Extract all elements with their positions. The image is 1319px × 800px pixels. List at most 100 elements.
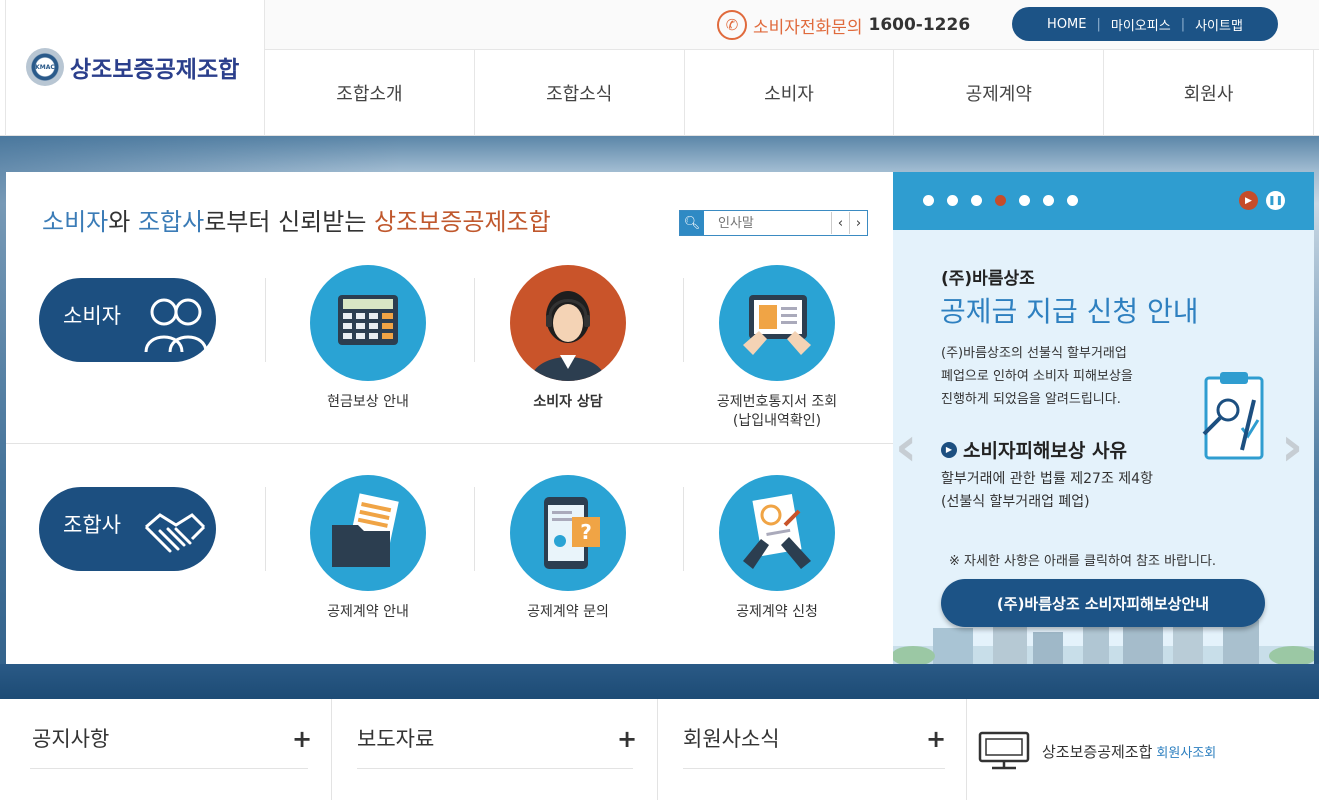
svg-text:?: ? <box>580 520 592 544</box>
slide-subtitle: (주)바름상조 <box>941 269 1035 289</box>
member-category-label: 조합사 <box>63 513 121 537</box>
member-lookup-link[interactable]: 회원사조회 <box>1156 742 1216 761</box>
consumer-phone: ✆ 소비자전화문의 1600-1226 <box>717 10 970 40</box>
service-label-sub: (납입내역확인) <box>732 413 822 429</box>
tagline-trusted: 로부터 신뢰받는 <box>204 208 375 236</box>
column-divider <box>265 278 266 362</box>
pause-icon[interactable]: ❚❚ <box>1266 191 1285 210</box>
service-contract-apply[interactable]: 공제계약 신청 <box>677 475 877 622</box>
folder-documents-icon <box>310 475 426 591</box>
search-icon[interactable]: 🔍︎ <box>680 211 704 235</box>
compensation-guide-button[interactable]: (주)바름상조 소비자피해보상안내 <box>941 579 1265 627</box>
tagline-member: 조합사 <box>137 208 205 236</box>
util-separator: | <box>1180 16 1186 32</box>
service-label: 공제번호통지서 조회 (납입내역확인) <box>677 393 877 431</box>
member-category[interactable]: 조합사 <box>39 487 216 571</box>
logo-emblem-icon: KMAC <box>26 48 64 86</box>
service-label: 공제계약 안내 <box>327 604 409 620</box>
service-contract-guide[interactable]: 공제계약 안내 <box>268 475 468 622</box>
my-office-link[interactable]: 마이오피스 <box>1111 15 1171 34</box>
nav-item-news[interactable]: 조합소식 <box>475 50 685 136</box>
row-divider <box>6 443 893 444</box>
clipboard-magnifier-icon <box>1202 372 1264 460</box>
slider-dot[interactable] <box>971 195 982 206</box>
press-title[interactable]: 보도자료 <box>357 723 434 753</box>
desc-line: 폐업으로 인하여 소비자 피해보상을 <box>941 369 1133 384</box>
phone-icon: ✆ <box>717 10 747 40</box>
section-underline <box>683 768 945 769</box>
slide-description: (주)바름상조의 선불식 할부거래업 폐업으로 인하여 소비자 피해보상을 진행… <box>941 342 1171 411</box>
nav-item-members[interactable]: 회원사 <box>1104 50 1313 136</box>
service-consumer-counsel[interactable]: 소비자 상담 <box>468 265 668 412</box>
service-label-main: 공제번호통지서 조회 <box>716 394 838 410</box>
reason-line: 할부거래에 관한 법률 제27조 제4항 <box>941 471 1153 487</box>
service-cash-compensation[interactable]: 현금보상 안내 <box>268 265 468 412</box>
press-board: 보도자료 + <box>332 699 658 800</box>
news-section: 공지사항 + 보도자료 + 회원사소식 + 상조보증공제조합 회원사조회 <box>0 699 1319 800</box>
member-news-more-icon[interactable]: + <box>926 725 946 753</box>
slider-next-icon[interactable]: › <box>1281 415 1303 478</box>
clipboard-sign-icon <box>719 475 835 591</box>
notice-more-icon[interactable]: + <box>292 725 312 753</box>
notice-board: 공지사항 + <box>0 699 332 800</box>
tablet-document-icon <box>719 265 835 381</box>
top-utility-bar: ✆ 소비자전화문의 1600-1226 HOME | 마이오피스 | 사이트맵 <box>265 0 1319 50</box>
counselor-icon <box>510 265 626 381</box>
notice-title[interactable]: 공지사항 <box>32 723 109 753</box>
reason-heading: ▶ 소비자피해보상 사유 <box>941 436 1127 463</box>
quick-service-panel: 소비자와 조합사로부터 신뢰받는 상조보증공제조합 🔍︎ ‹ › 소비자 <box>6 172 893 664</box>
service-label: 공제계약 문의 <box>527 604 609 620</box>
slide-title: 공제금 지급 신청 안내 <box>940 295 1199 328</box>
slider-dot[interactable] <box>947 195 958 206</box>
arrow-bullet-icon: ▶ <box>941 441 957 458</box>
column-divider <box>265 487 266 571</box>
slider-dot[interactable] <box>1019 195 1030 206</box>
nav-item-contract[interactable]: 공제계약 <box>894 50 1105 136</box>
member-news-title[interactable]: 회원사소식 <box>683 723 780 753</box>
slider-dot[interactable] <box>1067 195 1078 206</box>
slider-dot[interactable] <box>1043 195 1054 206</box>
member-news-board: 회원사소식 + <box>658 699 967 800</box>
slider-prev-icon[interactable]: ‹ <box>895 415 917 478</box>
hero-bottom-edge <box>0 664 1319 699</box>
tablet-question-icon: ? <box>510 475 626 591</box>
reason-heading-text: 소비자피해보상 사유 <box>963 440 1127 462</box>
site-logo[interactable]: KMAC 상조보증공제조합 <box>26 48 239 86</box>
nav-item-about[interactable]: 조합소개 <box>265 50 475 136</box>
play-icon[interactable]: ▶ <box>1239 191 1258 210</box>
member-lookup-label: 상조보증공제조합 <box>1042 742 1153 761</box>
service-contract-number-lookup[interactable]: 공제번호통지서 조회 (납입내역확인) <box>677 265 877 431</box>
next-arrow-icon[interactable]: › <box>849 212 867 234</box>
press-more-icon[interactable]: + <box>617 725 637 753</box>
slider-dots <box>923 195 1091 206</box>
reason-line: (선불식 할부거래업 폐업) <box>941 494 1090 510</box>
section-underline <box>357 768 633 769</box>
section-underline <box>30 768 308 769</box>
slider-dot[interactable] <box>923 195 934 206</box>
member-lookup[interactable]: 상조보증공제조합 회원사조회 <box>978 731 1216 771</box>
sitemap-link[interactable]: 사이트맵 <box>1195 15 1243 34</box>
util-separator: | <box>1096 16 1101 32</box>
quick-search-input[interactable] <box>704 215 831 231</box>
main-tagline: 소비자와 조합사로부터 신뢰받는 상조보증공제조합 <box>42 202 551 237</box>
service-contract-inquiry[interactable]: ? 공제계약 문의 <box>468 475 668 622</box>
service-label: 소비자 상담 <box>533 394 603 410</box>
home-link[interactable]: HOME <box>1047 17 1086 32</box>
tagline-and: 와 <box>108 208 138 236</box>
handshake-icon <box>144 513 206 553</box>
monitor-icon <box>978 731 1030 770</box>
slider-control-bar: ▶ ❚❚ <box>893 172 1314 230</box>
site-header: KMAC 상조보증공제조합 ✆ 소비자전화문의 1600-1226 HOME |… <box>0 0 1319 136</box>
consumer-category[interactable]: 소비자 <box>39 278 216 362</box>
people-icon <box>144 298 208 353</box>
service-label: 공제계약 신청 <box>736 604 818 620</box>
consumer-category-label: 소비자 <box>63 304 121 328</box>
tagline-org: 상조보증공제조합 <box>374 208 551 236</box>
reason-text: 할부거래에 관한 법률 제27조 제4항 (선불식 할부거래업 폐업) <box>941 468 1221 514</box>
prev-arrow-icon[interactable]: ‹ <box>831 212 849 234</box>
main-nav: 조합소개 조합소식 소비자 공제계약 회원사 <box>265 50 1314 136</box>
nav-item-consumer[interactable]: 소비자 <box>685 50 895 136</box>
slider-dot[interactable] <box>995 195 1006 206</box>
desc-line: 진행하게 되었음을 알려드립니다. <box>941 392 1121 407</box>
phone-label: 소비자전화문의 <box>753 17 863 38</box>
